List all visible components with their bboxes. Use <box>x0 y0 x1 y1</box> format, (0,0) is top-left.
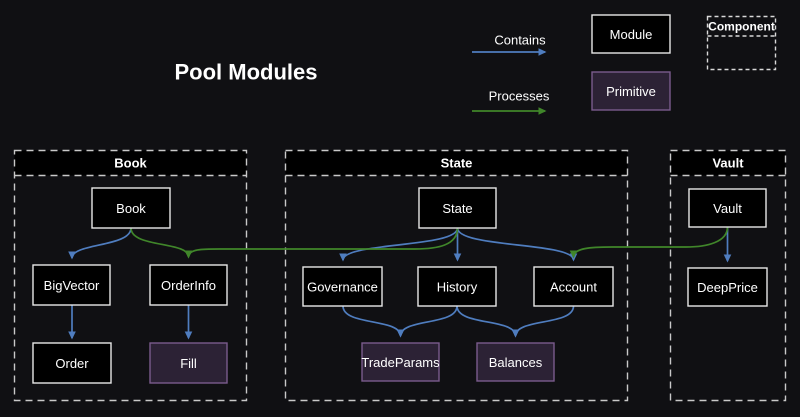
legend: Contains Processes Module Primitive Comp… <box>472 15 776 111</box>
edge-book-orderinfo <box>131 228 189 257</box>
node-order: Order <box>33 343 111 383</box>
legend-contains-label: Contains <box>494 33 546 48</box>
node-bigvector: BigVector <box>33 265 110 305</box>
legend-component-label: Component <box>708 20 775 34</box>
node-account: Account <box>534 267 613 306</box>
node-order-label: Order <box>55 356 89 371</box>
edge-history-balances <box>457 306 516 336</box>
node-history: History <box>418 267 496 306</box>
group-book-label: Book <box>114 156 147 171</box>
node-account-label: Account <box>550 280 597 295</box>
pool-modules-diagram: Pool Modules Contains Processes Module P… <box>0 0 800 417</box>
node-bigvector-label: BigVector <box>44 278 100 293</box>
node-deepprice: DeepPrice <box>688 268 767 306</box>
edge-account-balances <box>516 306 574 336</box>
node-balances: Balances <box>477 343 554 381</box>
edge-state-account <box>458 228 574 260</box>
node-balances-label: Balances <box>489 355 543 370</box>
group-vault-label: Vault <box>712 156 744 171</box>
node-vault: Vault <box>689 189 766 227</box>
node-orderinfo: OrderInfo <box>150 265 227 305</box>
node-vault-label: Vault <box>713 201 742 216</box>
legend-processes-label: Processes <box>489 89 550 104</box>
node-governance: Governance <box>303 267 382 306</box>
legend-module-label: Module <box>610 27 653 42</box>
legend-primitive-label: Primitive <box>606 84 656 99</box>
node-history-label: History <box>437 280 478 295</box>
page-title: Pool Modules <box>175 60 318 85</box>
node-book-label: Book <box>116 201 146 216</box>
node-deepprice-label: DeepPrice <box>697 280 758 295</box>
node-book: Book <box>92 188 170 228</box>
diagram-canvas: Pool Modules Contains Processes Module P… <box>0 0 800 417</box>
node-tradeparams: TradeParams <box>361 343 440 381</box>
node-fill-label: Fill <box>180 356 197 371</box>
node-state-label: State <box>442 201 472 216</box>
edge-state-governance <box>343 228 458 260</box>
edge-vault-account <box>574 227 728 257</box>
node-state: State <box>419 188 496 228</box>
edge-book-bigvector <box>72 228 131 258</box>
edge-history-tradeparams <box>401 306 458 336</box>
node-orderinfo-label: OrderInfo <box>161 278 216 293</box>
node-tradeparams-label: TradeParams <box>361 355 440 370</box>
node-governance-label: Governance <box>307 280 378 295</box>
group-state-label: State <box>441 156 473 171</box>
edge-governance-tradeparams <box>343 306 401 336</box>
node-fill: Fill <box>150 343 227 383</box>
